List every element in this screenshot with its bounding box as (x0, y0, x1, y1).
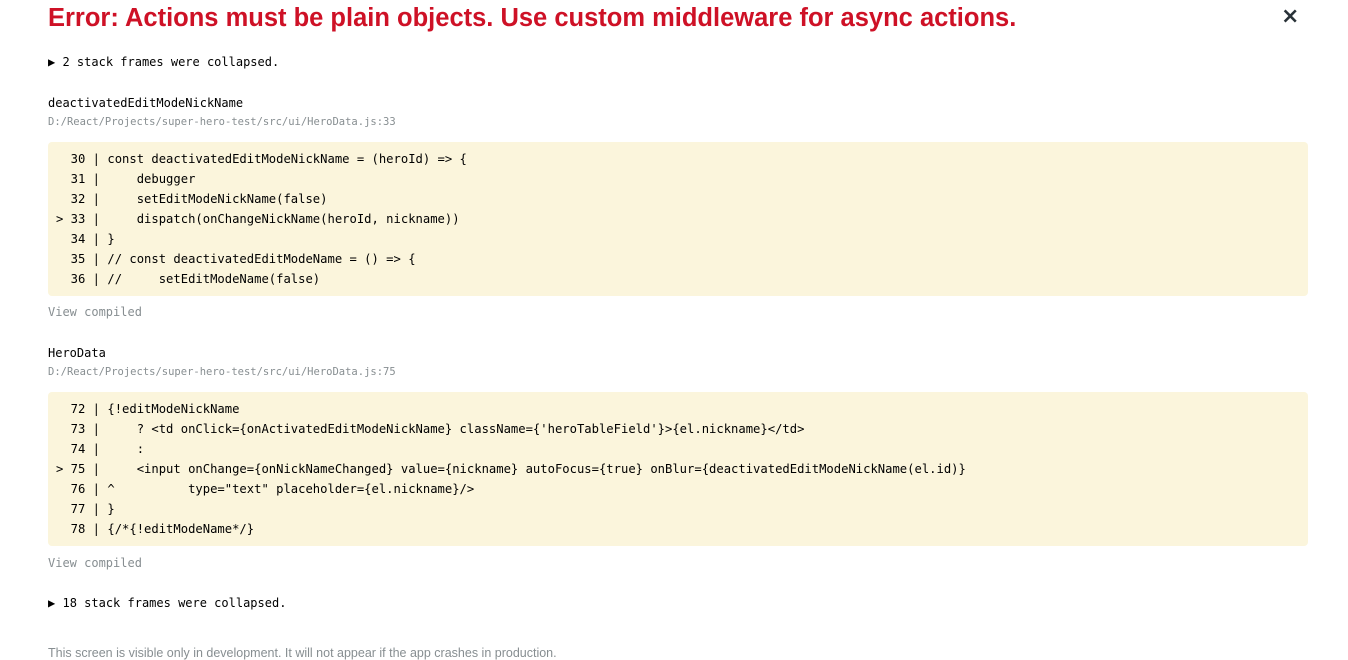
code-line: 31 | debugger (56, 172, 196, 186)
code-line: 36 | // setEditModeName(false) (56, 272, 321, 286)
code-line: 35 | // const deactivatedEditModeName = … (56, 252, 416, 266)
code-line-highlighted: > 33 | dispatch(onChangeNickName(heroId,… (56, 212, 460, 226)
stack-frame-file-path[interactable]: D:/React/Projects/super-hero-test/src/ui… (48, 116, 396, 128)
expand-arrow-icon: ▶ (48, 55, 56, 69)
error-overlay: Error: Actions must be plain objects. Us… (48, 0, 1308, 35)
collapsed-frames-toggle-bottom[interactable]: ▶ 18 stack frames were collapsed. (48, 596, 286, 610)
error-title: Error: Actions must be plain objects. Us… (48, 4, 1017, 32)
code-line: 30 | const deactivatedEditModeNickName =… (56, 152, 467, 166)
collapsed-frames-label: 18 stack frames were collapsed. (62, 596, 287, 610)
code-line: 72 | {!editModeNickName (56, 402, 240, 416)
code-line: 73 | ? <td onClick={onActivatedEditModeN… (56, 422, 805, 436)
collapsed-frames-toggle-top[interactable]: ▶ 2 stack frames were collapsed. (48, 55, 279, 69)
code-line-highlighted: > 75 | <input onChange={onNickNameChange… (56, 462, 966, 476)
stack-frame-file-path[interactable]: D:/React/Projects/super-hero-test/src/ui… (48, 366, 396, 378)
code-line: 77 | } (56, 502, 115, 516)
code-line: 78 | {/*{!editModeName*/} (56, 522, 255, 536)
stack-frame-function-name: HeroData (48, 346, 106, 360)
view-compiled-link[interactable]: View compiled (48, 305, 142, 319)
code-line: 74 | : (56, 442, 145, 456)
code-snippet[interactable]: 72 | {!editModeNickName 73 | ? <td onCli… (48, 392, 1308, 546)
code-line: 34 | } (56, 232, 115, 246)
code-line: 32 | setEditModeNickName(false) (56, 192, 328, 206)
code-line: 76 | ^ type="text" placeholder={el.nickn… (56, 482, 475, 496)
expand-arrow-icon: ▶ (48, 596, 56, 610)
view-compiled-link[interactable]: View compiled (48, 556, 142, 570)
stack-frame-function-name: deactivatedEditModeNickName (48, 96, 244, 110)
code-snippet[interactable]: 30 | const deactivatedEditModeNickName =… (48, 142, 1308, 296)
close-icon[interactable]: × (1281, 6, 1299, 28)
collapsed-frames-label: 2 stack frames were collapsed. (62, 55, 280, 69)
development-notice: This screen is visible only in developme… (48, 646, 557, 660)
